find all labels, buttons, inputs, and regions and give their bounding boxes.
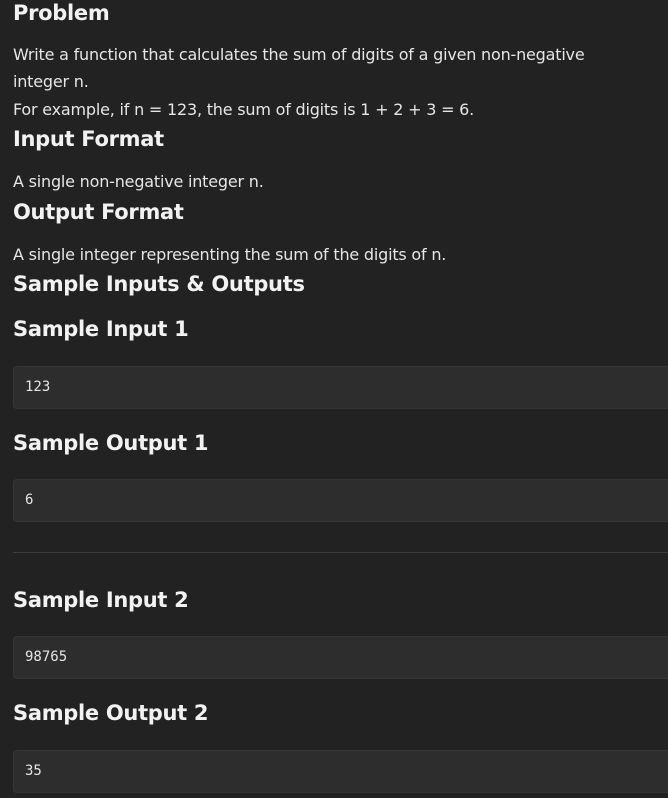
sample-input-1-heading: Sample Input 1 <box>13 317 189 341</box>
sample-input-1-codeblock[interactable]: 123 <box>13 366 668 409</box>
sample-output-1-heading: Sample Output 1 <box>13 431 209 455</box>
input-format-heading: Input Format <box>13 127 164 151</box>
sample-input-2-codeblock[interactable]: 98765 <box>13 636 668 679</box>
sample-output-2-value: 35 <box>25 763 42 779</box>
output-format-heading: Output Format <box>13 200 184 224</box>
sample-input-1-value: 123 <box>25 379 51 395</box>
sample-input-2-value: 98765 <box>25 649 68 665</box>
problem-description-line-2: integer n. <box>13 72 89 91</box>
problem-example-line: For example, if n = 123, the sum of digi… <box>13 100 475 119</box>
problem-description-line-1: Write a function that calculates the sum… <box>13 45 585 64</box>
problem-heading: Problem <box>13 1 110 25</box>
output-format-text: A single integer representing the sum of… <box>13 245 447 264</box>
sample-output-2-heading: Sample Output 2 <box>13 701 209 725</box>
sample-output-1-codeblock[interactable]: 6 <box>13 479 668 522</box>
sample-input-2-heading: Sample Input 2 <box>13 588 189 612</box>
sample-io-heading: Sample Inputs & Outputs <box>13 272 305 296</box>
problem-statement-panel: Problem Write a function that calculates… <box>0 0 668 798</box>
sample-divider <box>13 552 668 553</box>
input-format-text: A single non-negative integer n. <box>13 172 264 191</box>
sample-output-1-value: 6 <box>25 492 34 508</box>
sample-output-2-codeblock[interactable]: 35 <box>13 750 668 793</box>
